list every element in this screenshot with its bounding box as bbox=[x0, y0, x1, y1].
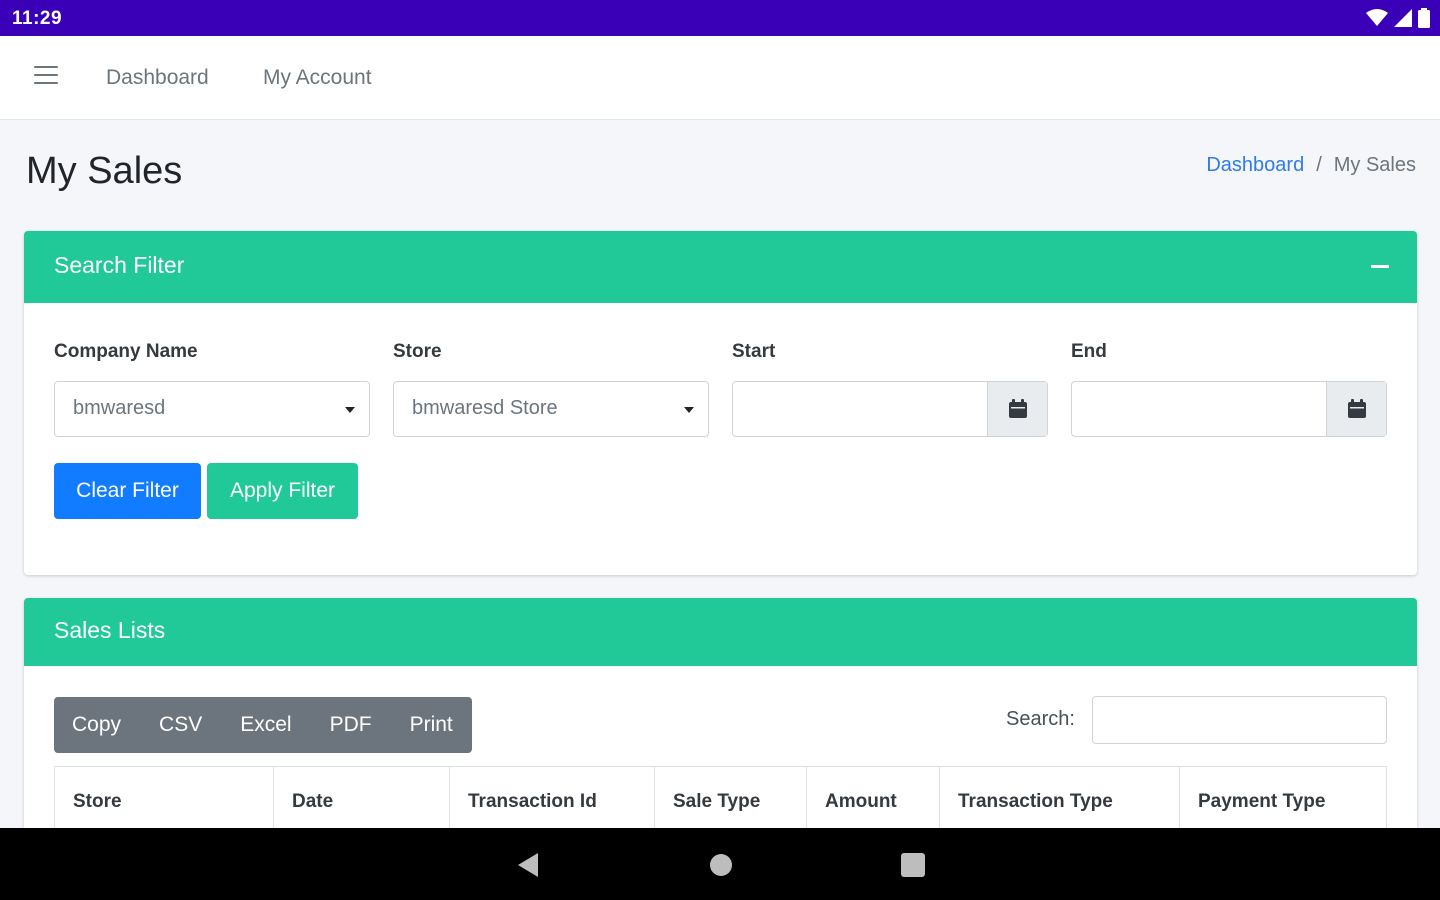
sales-lists-card: Sales Lists Copy CSV Excel PDF Print Sea… bbox=[24, 598, 1417, 848]
home-icon[interactable] bbox=[708, 852, 734, 883]
calendar-icon[interactable] bbox=[987, 382, 1047, 436]
caret-down-icon bbox=[684, 407, 694, 413]
search-filter-card: Search Filter Company Name Store Start E… bbox=[24, 231, 1417, 575]
back-icon[interactable] bbox=[516, 852, 540, 883]
end-date-input[interactable] bbox=[1072, 382, 1326, 436]
search-filter-header: Search Filter bbox=[24, 231, 1417, 303]
system-icons bbox=[1366, 8, 1430, 33]
print-button[interactable]: Print bbox=[410, 713, 453, 737]
company-name-select[interactable]: bmwaresd bbox=[54, 381, 370, 437]
company-name-value: bmwaresd bbox=[73, 397, 166, 419]
pdf-button[interactable]: PDF bbox=[330, 713, 372, 737]
breadcrumb-current: My Sales bbox=[1333, 154, 1416, 176]
start-date-group bbox=[732, 381, 1048, 437]
signal-icon bbox=[1394, 9, 1412, 32]
table-search-input[interactable] bbox=[1092, 696, 1387, 744]
nav-link-my-account[interactable]: My Account bbox=[263, 66, 372, 90]
search-filter-title: Search Filter bbox=[54, 252, 185, 278]
battery-icon bbox=[1418, 8, 1430, 33]
minus-icon[interactable] bbox=[1371, 265, 1389, 268]
excel-button[interactable]: Excel bbox=[240, 713, 291, 737]
end-date-group bbox=[1071, 381, 1387, 437]
status-time: 11:29 bbox=[12, 8, 63, 29]
sales-lists-title: Sales Lists bbox=[54, 617, 166, 643]
android-nav-bar bbox=[0, 828, 1440, 900]
hamburger-icon[interactable] bbox=[34, 66, 58, 86]
recents-icon[interactable] bbox=[900, 852, 926, 883]
page-title: My Sales bbox=[26, 150, 183, 192]
table-search-label: Search: bbox=[1006, 708, 1075, 730]
caret-down-icon bbox=[345, 407, 355, 413]
clear-filter-button[interactable]: Clear Filter bbox=[54, 463, 201, 519]
calendar-icon[interactable] bbox=[1326, 382, 1386, 436]
apply-filter-button[interactable]: Apply Filter bbox=[207, 463, 358, 519]
store-select[interactable]: bmwaresd Store bbox=[393, 381, 709, 437]
breadcrumb-separator: / bbox=[1316, 154, 1322, 176]
export-button-group: Copy CSV Excel PDF Print bbox=[54, 697, 472, 753]
copy-button[interactable]: Copy bbox=[72, 713, 121, 737]
company-name-label: Company Name bbox=[54, 341, 198, 362]
sales-lists-header: Sales Lists bbox=[24, 598, 1417, 666]
start-label: Start bbox=[732, 341, 776, 362]
csv-button[interactable]: CSV bbox=[159, 713, 202, 737]
status-bar: 11:29 bbox=[0, 0, 1440, 36]
end-label: End bbox=[1071, 341, 1107, 362]
start-date-input[interactable] bbox=[733, 382, 987, 436]
breadcrumb-dashboard-link[interactable]: Dashboard bbox=[1206, 154, 1304, 177]
store-value: bmwaresd Store bbox=[412, 397, 558, 419]
store-label: Store bbox=[393, 341, 442, 362]
breadcrumb: Dashboard / My Sales bbox=[1206, 154, 1416, 177]
wifi-icon bbox=[1366, 9, 1388, 32]
top-navbar: Dashboard My Account bbox=[0, 36, 1440, 120]
nav-link-dashboard[interactable]: Dashboard bbox=[106, 66, 209, 90]
